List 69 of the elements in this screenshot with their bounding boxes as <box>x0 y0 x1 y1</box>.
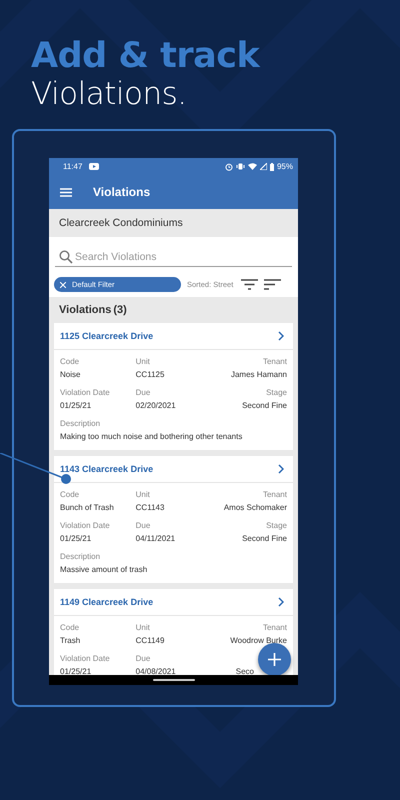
list-count: (3) <box>113 304 127 316</box>
search-icon <box>59 250 73 264</box>
field-value: 01/25/21 <box>60 400 92 412</box>
menu-icon[interactable] <box>60 188 72 196</box>
field-value: Seco <box>236 666 254 675</box>
field-value: 01/25/21 <box>60 666 92 675</box>
status-time: 11:47 <box>63 162 82 171</box>
video-icon <box>89 163 100 170</box>
field-value: Trash <box>60 635 82 647</box>
field-value: 01/25/21 <box>60 533 92 545</box>
field-value: CC1149 <box>136 635 166 647</box>
field-value: Second Fine <box>242 400 287 412</box>
field-label: Due <box>136 387 152 399</box>
field-value: 04/11/2021 <box>136 533 176 545</box>
app-title: Violations <box>93 185 150 199</box>
headline-subtitle: Violations. <box>31 76 188 112</box>
filter-icon[interactable] <box>241 279 258 290</box>
field-label: Due <box>136 520 152 532</box>
violation-card[interactable]: 1143 Clearcreek Drive Code Bunch of Trash Unit CC1143 Tenant Amos Schomaker Violation Date 01/25/21 Due 04/11/2021 Stage Second Fine Description Massive amount of trash <box>54 456 293 583</box>
battery-icon <box>270 162 274 170</box>
field-label: Stage <box>266 387 287 399</box>
field-label: Code <box>60 489 80 501</box>
field-label: Violation Date <box>60 387 111 399</box>
field-label: Unit <box>136 356 151 368</box>
field-value: Woodrow Burke <box>230 635 287 647</box>
field-value: CC1125 <box>136 369 166 381</box>
chevron-right-icon[interactable] <box>278 597 284 607</box>
field-label: Due <box>136 653 152 665</box>
field-value: Amos Schomaker <box>224 502 287 514</box>
chevron-right-icon[interactable] <box>278 331 284 341</box>
field-label: Code <box>60 622 80 634</box>
field-label: Violation Date <box>60 520 111 532</box>
violation-address: 1143 Clearcreek Drive <box>60 464 154 474</box>
close-icon <box>60 282 66 288</box>
field-value: 04/08/2021 <box>136 666 177 675</box>
field-value: Massive amount of trash <box>60 564 148 576</box>
violation-address: 1125 Clearcreek Drive <box>60 331 154 341</box>
vibrate-icon <box>236 163 245 170</box>
field-value: CC1143 <box>136 502 166 514</box>
field-label: Stage <box>266 520 287 532</box>
search-field[interactable]: Search Violations <box>55 246 292 266</box>
wifi-icon <box>248 163 257 170</box>
field-label: Description <box>60 551 102 563</box>
field-value: Noise <box>60 369 82 381</box>
list-title: Violations <box>59 304 112 316</box>
headline-title: Add & track <box>31 36 262 76</box>
violation-address: 1149 Clearcreek Drive <box>60 597 154 607</box>
field-value: James Hamann <box>230 369 287 381</box>
field-value: Second Fine <box>242 533 287 545</box>
field-value: 02/20/2021 <box>136 400 177 412</box>
violation-card[interactable]: 1149 Clearcreek Drive Code Trash Unit CC1149 Tenant Woodrow Burke Violation Date 01/25/21 Due 04/08/2021 Seco <box>54 589 293 675</box>
chevron-right-icon[interactable] <box>278 464 284 474</box>
signal-icon <box>260 163 267 170</box>
battery-level: 95% <box>276 162 293 171</box>
field-label: Unit <box>136 489 151 501</box>
alarm-icon <box>224 162 233 170</box>
field-label: Violation Date <box>60 653 111 665</box>
field-label: Tenant <box>262 356 287 368</box>
field-value: Bunch of Trash <box>60 502 115 514</box>
field-label: Description <box>60 418 102 430</box>
home-handle[interactable] <box>152 679 194 681</box>
field-label: Code <box>60 356 80 368</box>
sort-icon[interactable] <box>264 279 282 290</box>
violation-card[interactable]: 1125 Clearcreek Drive Code Noise Unit CC1125 Tenant James Hamann Violation Date 01/25/21 Due 02/20/2021 Stage Second Fine Description Making too much noise and bothering other tenants <box>54 323 293 450</box>
field-label: Unit <box>136 622 151 634</box>
field-label: Tenant <box>262 622 287 634</box>
field-value: Making too much noise and bothering other tenants <box>60 431 244 443</box>
plus-icon <box>268 653 281 666</box>
field-label: Tenant <box>262 489 287 501</box>
